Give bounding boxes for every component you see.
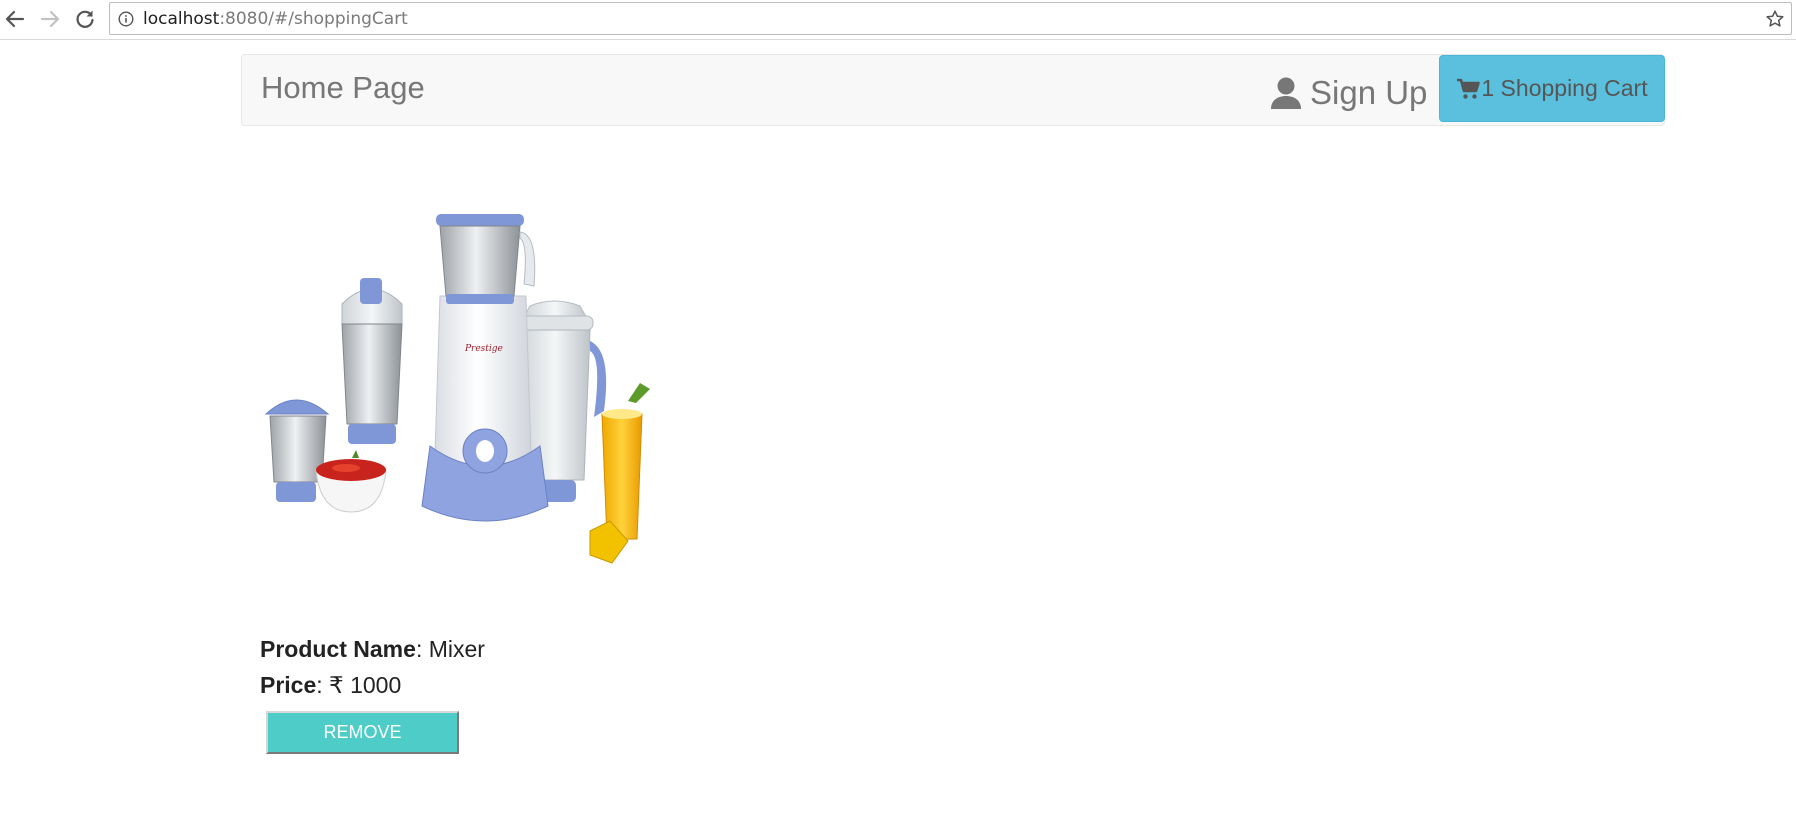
forward-arrow-icon[interactable]: [37, 6, 63, 32]
product-name-value: : Mixer: [415, 636, 485, 662]
browser-toolbar: localhost:8080/#/shoppingCart: [0, 0, 1796, 40]
svg-text:Prestige: Prestige: [464, 344, 503, 354]
sign-up-label: Sign Up: [1310, 74, 1428, 111]
url-path: :8080/#/shoppingCart: [219, 9, 408, 29]
product-price-value: : ₹ 1000: [316, 672, 402, 698]
reload-icon[interactable]: [72, 6, 98, 32]
address-bar[interactable]: localhost:8080/#/shoppingCart: [109, 2, 1792, 35]
cart-count: 1: [1481, 75, 1495, 101]
sign-up-link[interactable]: Sign Up: [1270, 73, 1427, 113]
product-price-label: Price: [260, 672, 317, 698]
product-name-label: Product Name: [260, 636, 416, 662]
url-host: localhost: [143, 9, 220, 29]
url-text[interactable]: localhost:8080/#/shoppingCart: [143, 9, 408, 29]
home-page-link[interactable]: Home Page: [261, 70, 425, 106]
user-icon: [1270, 76, 1302, 110]
back-arrow-icon[interactable]: [2, 6, 28, 32]
remove-button[interactable]: REMOVE: [266, 711, 459, 754]
cart-label: Shopping Cart: [1494, 75, 1648, 101]
bookmark-star-icon[interactable]: [1765, 9, 1785, 29]
shopping-cart-icon: [1456, 78, 1481, 100]
info-icon[interactable]: [118, 11, 134, 27]
product-name-line: Product Name: Mixer: [260, 635, 485, 663]
mixer-grinder-image: Prestige: [260, 196, 690, 611]
shopping-cart-button[interactable]: 1 Shopping Cart: [1439, 55, 1665, 122]
product-price-line: Price: ₹ 1000: [260, 671, 401, 699]
top-navbar: Home Page Sign Up 1 Shopping Cart: [241, 54, 1665, 126]
